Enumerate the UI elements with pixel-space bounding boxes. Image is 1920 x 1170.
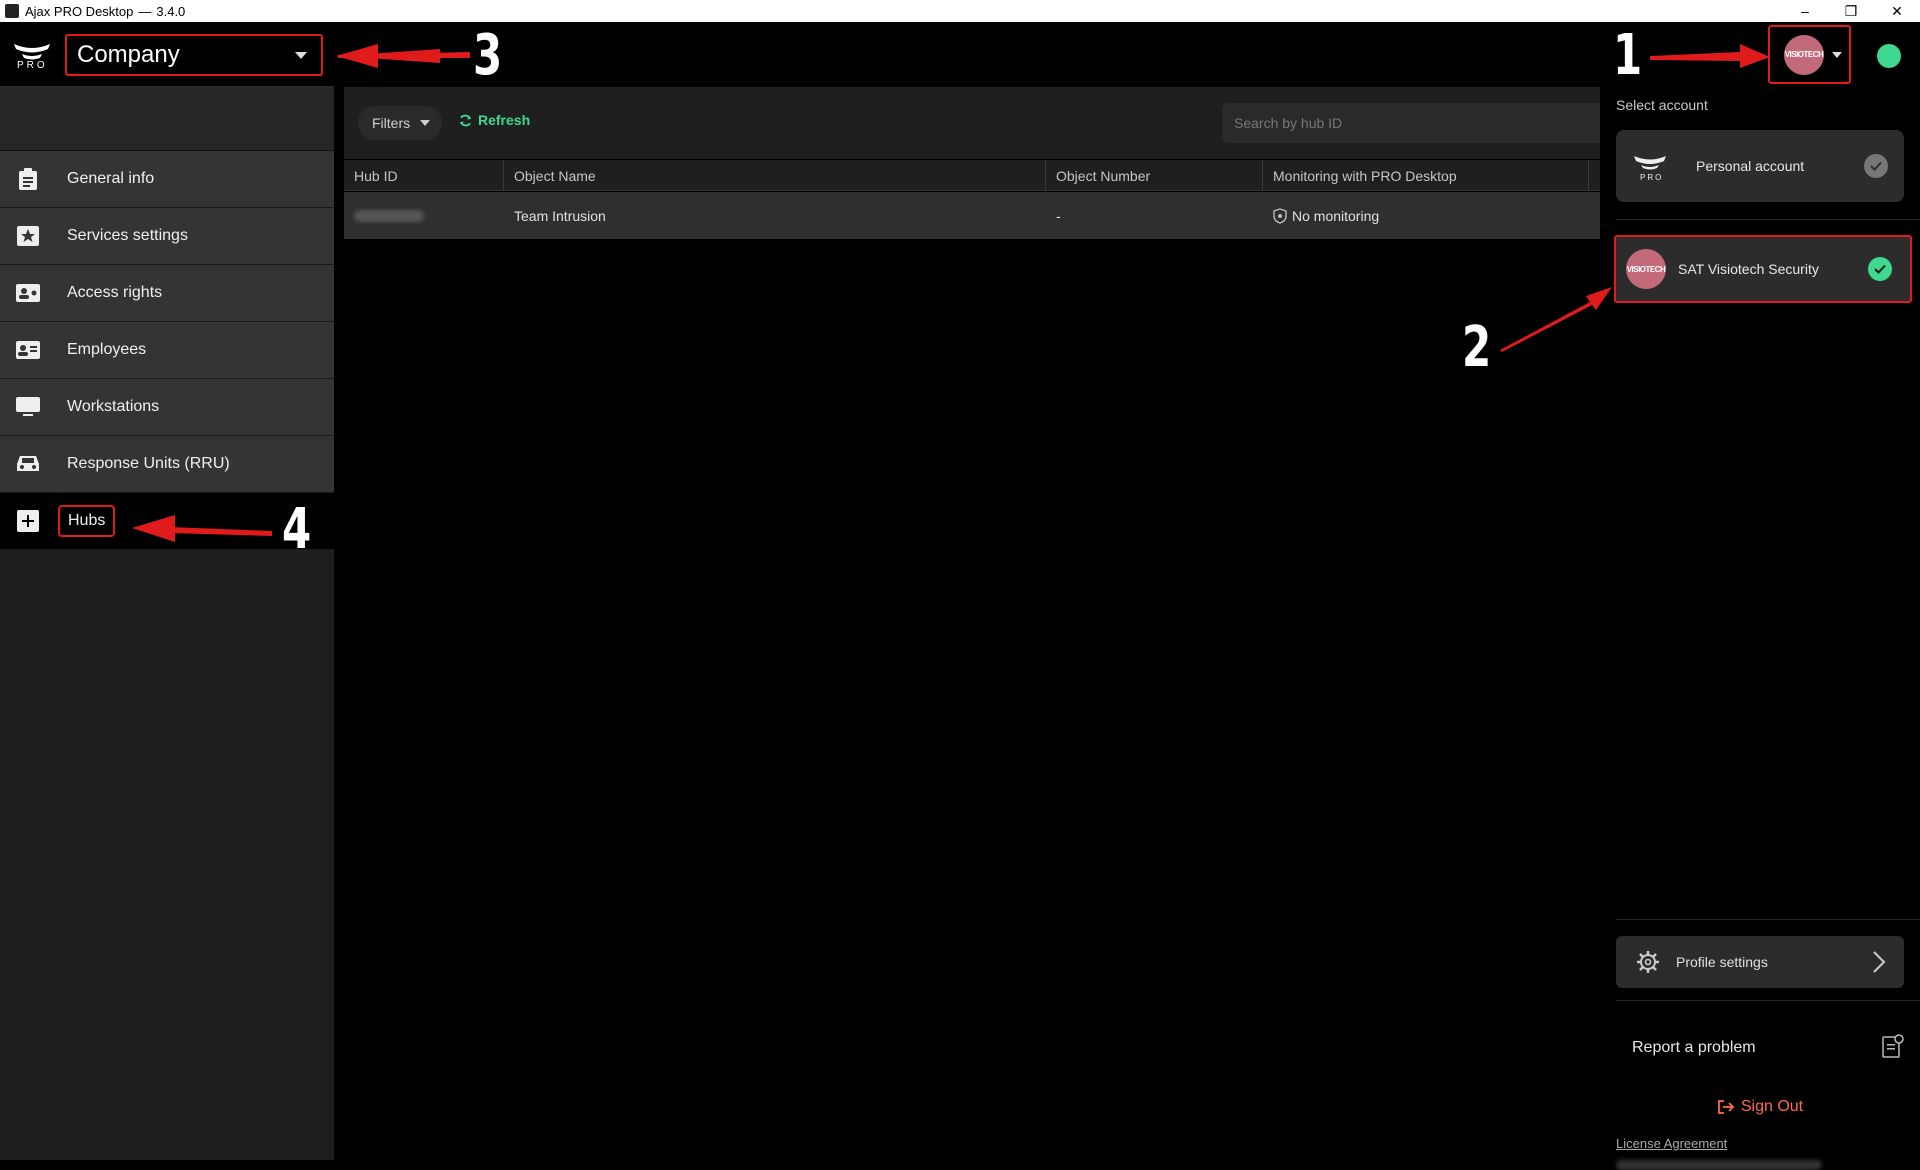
column-header-monitoring[interactable]: Monitoring with PRO Desktop — [1263, 160, 1589, 191]
report-problem-link[interactable]: Report a problem — [1632, 1039, 1756, 1057]
sidebar-item-label: Response Units (RRU) — [67, 455, 230, 472]
window-titlebar: Ajax PRO Desktop — 3.4.0 – ❐ ✕ — [0, 0, 1920, 22]
app-icon — [5, 4, 19, 18]
refresh-icon — [459, 114, 472, 126]
column-header-truncated[interactable]: I — [1589, 160, 1603, 191]
gear-icon — [1637, 951, 1659, 973]
object-number-cell: - — [1056, 207, 1061, 224]
chevron-down-icon — [420, 120, 430, 126]
chevron-down-icon — [295, 52, 307, 59]
sat-visiotech-account-option[interactable]: VISIOTECH SAT Visiotech Security — [1614, 235, 1912, 303]
window-title: Ajax PRO Desktop — [25, 3, 134, 19]
sidebar-item-label: Access rights — [67, 284, 163, 301]
clipboard-icon — [15, 168, 41, 190]
divider — [1616, 219, 1920, 220]
account-panel: VISIOTECH Select account PRO Personal ac… — [1600, 22, 1920, 1170]
sidebar-item-label: Employees — [67, 341, 147, 358]
version-info-redacted — [1616, 1160, 1822, 1170]
id-card-icon — [15, 282, 41, 304]
title-separator: — — [138, 3, 152, 19]
star-icon — [15, 225, 41, 247]
report-icon[interactable] — [1882, 1034, 1904, 1058]
sidebar-item-label: Hubs — [58, 505, 116, 537]
sidebar-item-label: General info — [67, 170, 155, 187]
chevron-right-icon — [1873, 951, 1886, 973]
monitoring-cell: No monitoring — [1263, 192, 1589, 239]
table-header: Hub ID Object Name Object Number Monitor… — [344, 160, 1603, 191]
sidebar-item-services-settings[interactable]: Services settings — [0, 208, 334, 265]
sidebar-item-general-info[interactable]: General info — [0, 151, 334, 208]
logo-text: PRO — [17, 60, 48, 71]
sidebar: PRO Company General info Services settin… — [0, 22, 334, 1160]
chevron-down-icon — [1832, 51, 1842, 58]
column-header-object-name[interactable]: Object Name — [504, 160, 1046, 191]
annotation-number-1: 1 — [1613, 23, 1643, 88]
close-button[interactable]: ✕ — [1874, 0, 1920, 22]
sidebar-item-response-units[interactable]: Response Units (RRU) — [0, 436, 334, 493]
hub-id-redacted — [354, 209, 424, 222]
refresh-label: Refresh — [478, 112, 531, 128]
sidebar-item-access-rights[interactable]: Access rights — [0, 265, 334, 322]
window-version: 3.4.0 — [156, 3, 186, 19]
select-account-title: Select account — [1616, 97, 1708, 113]
ajax-pro-logo-icon: PRO — [1634, 156, 1666, 182]
annotation-number-3: 3 — [473, 23, 503, 88]
divider — [1616, 1000, 1920, 1001]
account-switcher-button[interactable]: VISIOTECH — [1768, 25, 1851, 84]
account-name: SAT Visiotech Security — [1678, 261, 1819, 277]
object-name-cell: Team Intrusion — [514, 207, 606, 224]
sidebar-item-employees[interactable]: Employees — [0, 322, 334, 379]
profile-settings-button[interactable]: Profile settings — [1616, 936, 1904, 988]
company-select-value: Company — [77, 41, 180, 68]
filters-button[interactable]: Filters — [358, 106, 442, 140]
sign-out-label: Sign Out — [1740, 1098, 1804, 1115]
column-header-hub-id[interactable]: Hub ID — [344, 160, 504, 191]
table-row[interactable]: Team Intrusion - No monitoring — [344, 192, 1600, 239]
refresh-button[interactable]: Refresh — [458, 112, 530, 128]
company-select[interactable]: Company — [65, 34, 323, 76]
profile-settings-label: Profile settings — [1676, 954, 1768, 970]
monitor-icon — [15, 396, 41, 418]
hubs-toolbar: Filters Refresh — [344, 87, 1600, 159]
account-name: Personal account — [1696, 158, 1805, 174]
column-header-object-number[interactable]: Object Number — [1046, 160, 1263, 191]
sidebar-item-label: Services settings — [67, 227, 188, 244]
plus-icon — [15, 510, 41, 532]
monitoring-status: No monitoring — [1292, 207, 1380, 224]
main-content: Filters Refresh Hub ID Object Name Objec… — [344, 22, 1603, 1160]
annotation-number-2: 2 — [1462, 315, 1492, 380]
connection-status-dot — [1877, 44, 1901, 68]
annotation-number-4: 4 — [282, 497, 312, 562]
logo-text: PRO — [1640, 173, 1663, 182]
car-icon — [15, 453, 41, 475]
hub-id-cell — [344, 192, 504, 239]
sidebar-item-workstations[interactable]: Workstations — [0, 379, 334, 436]
shield-icon — [1273, 207, 1287, 224]
filters-label: Filters — [372, 115, 411, 131]
sidebar-header: PRO Company — [0, 22, 334, 87]
divider — [1616, 919, 1920, 920]
sidebar-spacer — [0, 87, 334, 151]
sign-out-button[interactable]: Sign Out — [1600, 1098, 1920, 1116]
restore-button[interactable]: ❐ — [1828, 0, 1874, 22]
company-avatar: VISIOTECH — [1784, 34, 1824, 75]
check-icon — [1864, 154, 1888, 178]
personal-account-option[interactable]: PRO Personal account — [1616, 130, 1904, 202]
minimize-button[interactable]: – — [1782, 0, 1828, 22]
check-icon — [1868, 257, 1892, 281]
sidebar-item-label: Workstations — [67, 398, 160, 415]
sign-out-icon — [1717, 1100, 1735, 1114]
license-agreement-link[interactable]: License Agreement — [1616, 1136, 1727, 1151]
company-avatar: VISIOTECH — [1626, 249, 1666, 289]
search-input[interactable] — [1222, 103, 1600, 143]
contact-card-icon — [15, 339, 41, 361]
